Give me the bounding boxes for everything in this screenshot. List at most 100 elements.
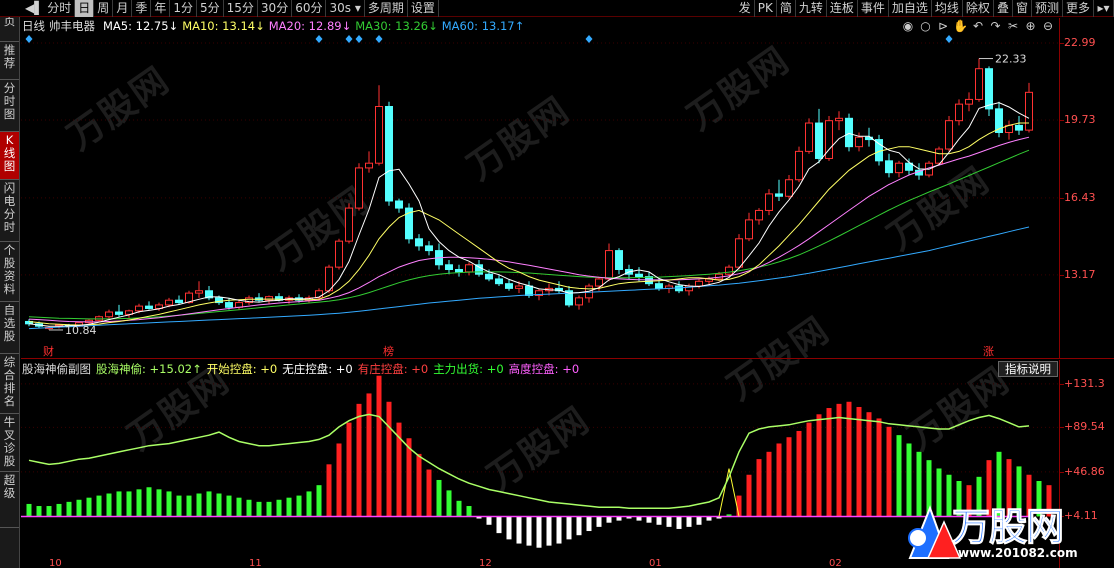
candle-up (765, 193, 773, 211)
period-button-11[interactable]: 30s ▾ (326, 0, 365, 17)
indicator-bar (546, 516, 552, 546)
indicator-bar (826, 408, 832, 517)
period-button-3[interactable]: 月 (113, 0, 133, 17)
signal-diamond (315, 35, 323, 43)
indicator-bar (76, 499, 82, 517)
indicator-bar (366, 393, 372, 517)
candle-up (105, 311, 113, 318)
toolbar-button-4[interactable]: 连板 (827, 0, 858, 17)
candle-up (575, 297, 583, 306)
left-tab-5[interactable]: 个股资料 (0, 242, 19, 302)
indicator-bar (166, 491, 172, 517)
candle-up (325, 266, 333, 292)
left-tab-4[interactable]: 闪电分时 (0, 180, 19, 242)
toolbar-button-2[interactable]: 简 (777, 0, 796, 17)
period-button-12[interactable]: 多周期 (365, 0, 408, 17)
price-tick (1060, 197, 1064, 199)
indicator-bar (676, 516, 682, 529)
indicator-bar (26, 503, 32, 517)
candle-down (455, 268, 463, 273)
candle-down (175, 299, 183, 304)
candle-down (615, 250, 623, 270)
candle-up (805, 122, 813, 152)
toolbar-button-5[interactable]: 事件 (858, 0, 889, 17)
candle-down (225, 302, 233, 308)
indicator-bar (856, 406, 862, 517)
period-button-7[interactable]: 5分 (197, 0, 224, 17)
toolbar-button-12[interactable]: 更多 (1063, 0, 1094, 17)
candle-down (395, 200, 403, 209)
indicator-bar (496, 516, 502, 534)
indicator-bar (606, 516, 612, 523)
price-tick-label: 22.99 (1064, 35, 1096, 49)
candle-up (955, 103, 963, 122)
left-tab-9[interactable]: 超级 (0, 472, 19, 528)
candle-down (815, 122, 823, 159)
toolbar-more-icon[interactable]: ▸▾ (1094, 0, 1114, 17)
indicator-bar (876, 418, 882, 517)
candlestick-chart[interactable]: 22.33 10.84 财 榜 涨 (21, 18, 1059, 358)
indicator-tick-label: +89.54 (1064, 420, 1105, 434)
toolbar-button-6[interactable]: 加自选 (889, 0, 932, 17)
site-logo: 万股网 www.201082.com (900, 488, 1114, 568)
indicator-bar (766, 451, 772, 517)
period-button-4[interactable]: 季 (132, 0, 152, 17)
left-tab-1[interactable]: 推荐 (0, 42, 19, 80)
low-price-label: 10.84 (65, 324, 97, 337)
toolbar-button-10[interactable]: 窗 (1013, 0, 1032, 17)
x-axis-label: 12 (479, 558, 492, 568)
left-tab-2[interactable]: 分时图 (0, 80, 19, 132)
indicator-bar (336, 443, 342, 517)
toolbar-button-3[interactable]: 九转 (796, 0, 827, 17)
candle-up (355, 167, 363, 209)
toolbar-button-7[interactable]: 均线 (932, 0, 963, 17)
price-tick (1060, 42, 1064, 44)
indicator-bar (596, 516, 602, 527)
indicator-bar (156, 489, 162, 517)
toolbar-button-0[interactable]: 发 (736, 0, 755, 17)
indicator-bar (236, 497, 242, 517)
left-tab-6[interactable]: 自选股 (0, 302, 19, 354)
period-button-6[interactable]: 1分 (170, 0, 197, 17)
indicator-bar (746, 474, 752, 517)
candle-down (505, 283, 513, 289)
candle-up (465, 264, 473, 273)
indicator-bar (326, 464, 332, 517)
indicator-bar (816, 414, 822, 517)
high-price-label: 22.33 (995, 53, 1027, 66)
x-axis-label: 11 (249, 558, 262, 568)
candle-up (895, 162, 903, 174)
x-axis-label: 10 (49, 558, 62, 568)
period-button-8[interactable]: 15分 (224, 0, 258, 17)
left-tab-8[interactable]: 牛叉诊股 (0, 414, 19, 472)
indicator-bar (316, 485, 322, 517)
toolbar-button-9[interactable]: 叠 (994, 0, 1013, 17)
candle-up (855, 136, 863, 148)
toolbar-button-11[interactable]: 预测 (1032, 0, 1063, 17)
candle-up (605, 250, 613, 280)
indicator-tick (1060, 427, 1064, 429)
candle-down (495, 278, 503, 285)
candle-down (845, 117, 853, 148)
left-tab-3[interactable]: K线图 (0, 132, 19, 180)
period-button-5[interactable]: 年 (151, 0, 171, 17)
indicator-bar (416, 453, 422, 517)
indicator-bar (786, 437, 792, 517)
left-tab-7[interactable]: 综合排名 (0, 354, 19, 414)
indicator-bar (246, 499, 252, 517)
period-button-13[interactable]: 设置 (408, 0, 439, 17)
toolbar-button-1[interactable]: PK (755, 0, 777, 17)
indicator-bar (46, 506, 52, 517)
indicator-bar (576, 516, 582, 536)
indicator-bar (446, 490, 452, 517)
candle-down (485, 273, 493, 280)
period-button-0[interactable]: ◀▌ 分时 (22, 0, 76, 17)
period-button-9[interactable]: 30分 (258, 0, 293, 17)
period-button-1[interactable]: 日 (75, 0, 95, 17)
candle-up (965, 98, 973, 105)
price-tick (1060, 274, 1064, 276)
indicator-bar (376, 375, 382, 517)
toolbar-button-8[interactable]: 除权 (963, 0, 994, 17)
period-button-2[interactable]: 周 (94, 0, 114, 17)
period-button-10[interactable]: 60分 (292, 0, 327, 17)
